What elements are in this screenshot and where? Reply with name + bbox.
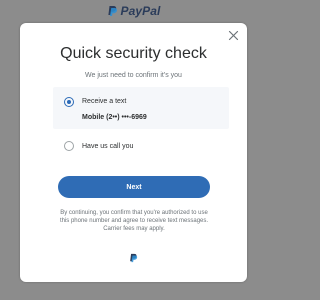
dialog-title: Quick security check	[60, 45, 207, 62]
option-label: Have us call you	[82, 142, 134, 150]
dialog-subtitle: We just need to confirm it's you	[85, 72, 182, 79]
radio-unselected[interactable]	[64, 141, 74, 151]
paypal-monogram-icon	[130, 253, 138, 263]
option-call-me[interactable]: Have us call you	[53, 137, 229, 155]
security-check-dialog: Quick security check We just need to con…	[20, 23, 247, 282]
phone-number: Mobile (2••) •••-6969	[82, 114, 147, 121]
top-bar: PayPal	[0, 0, 267, 22]
paypal-logo: PayPal	[107, 4, 161, 18]
option-receive-text[interactable]: Receive a text Mobile (2••) •••-6969	[53, 87, 229, 129]
disclaimer-text: By continuing, you confirm that you're a…	[59, 210, 209, 232]
paypal-logo-icon	[107, 6, 117, 16]
next-button[interactable]: Next	[58, 176, 210, 198]
radio-selected[interactable]	[64, 97, 74, 107]
paypal-wordmark: PayPal	[120, 4, 161, 18]
option-label: Receive a text	[82, 98, 127, 105]
close-icon[interactable]	[228, 30, 239, 41]
